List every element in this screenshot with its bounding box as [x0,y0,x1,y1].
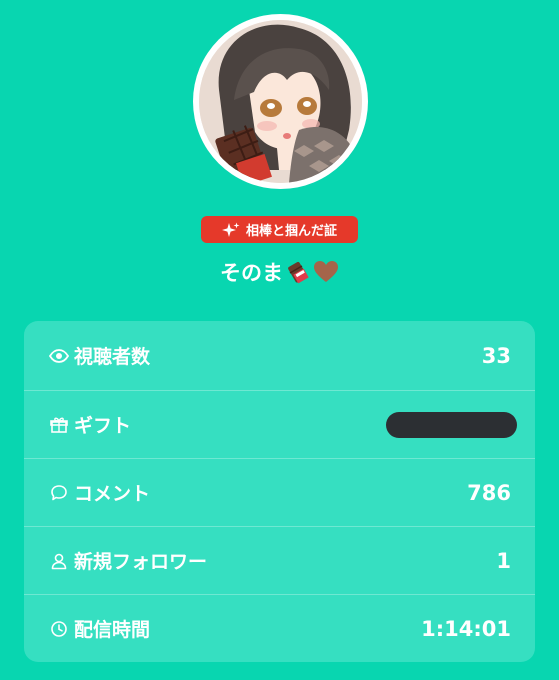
avatar-ring [193,14,368,189]
stat-label: ギフト [74,415,132,437]
username-row: そのま [0,255,559,289]
brown-heart-emoji [314,261,338,282]
username: そのま [220,261,283,285]
stat-value: 33 [481,343,511,368]
stat-label: 新規フォロワー [74,551,208,573]
stat-label: コメント [74,483,151,505]
achievement-badge: 相棒と掴んだ証 [201,216,358,243]
comment-icon [48,482,70,504]
stat-value: 1 [496,548,511,573]
badge-label: 相棒と掴んだ証 [245,224,337,239]
stat-label: 視聴者数 [74,346,151,368]
avatar[interactable] [199,20,362,183]
stat-row-viewers: 視聴者数 33 [24,321,535,390]
stat-label: 配信時間 [74,619,151,641]
stat-value: 1:14:01 [421,616,511,641]
redacted-value [386,411,517,438]
stream-stats-card: 視聴者数 33 ギフト コメント 786 新規フォロワー 1 配信時間 1:14… [24,321,535,662]
stat-row-stream-time: 配信時間 1:14:01 [24,594,535,662]
gift-icon [48,414,70,436]
sparkle-icon [221,222,240,237]
avatar-illustration [199,20,362,183]
stat-value: 786 [467,480,511,505]
stat-row-new-followers: 新規フォロワー 1 [24,526,535,594]
stat-row-comments: コメント 786 [24,458,535,526]
user-icon [48,550,70,572]
clock-icon [48,618,70,640]
eye-icon [48,345,70,367]
chocolate-bar-emoji [288,261,309,284]
stat-row-gifts: ギフト [24,390,535,458]
